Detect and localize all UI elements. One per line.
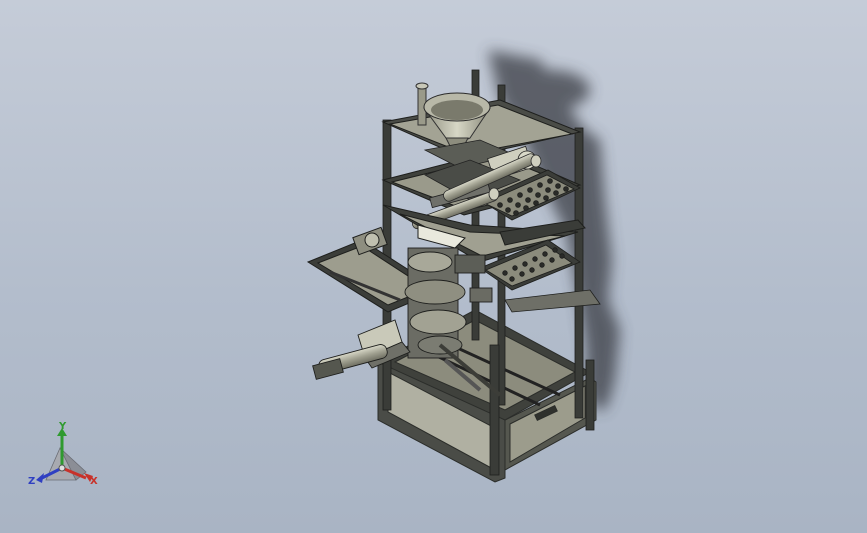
triad-z-label: Z	[28, 476, 36, 487]
graphics-viewport[interactable]: Y X Z	[0, 0, 867, 533]
triad-y-label: Y	[59, 421, 67, 432]
machine-assembly-model[interactable]	[0, 0, 867, 533]
triad-x-label: X	[90, 476, 98, 487]
coordinate-triad: Y X Z	[24, 420, 104, 492]
